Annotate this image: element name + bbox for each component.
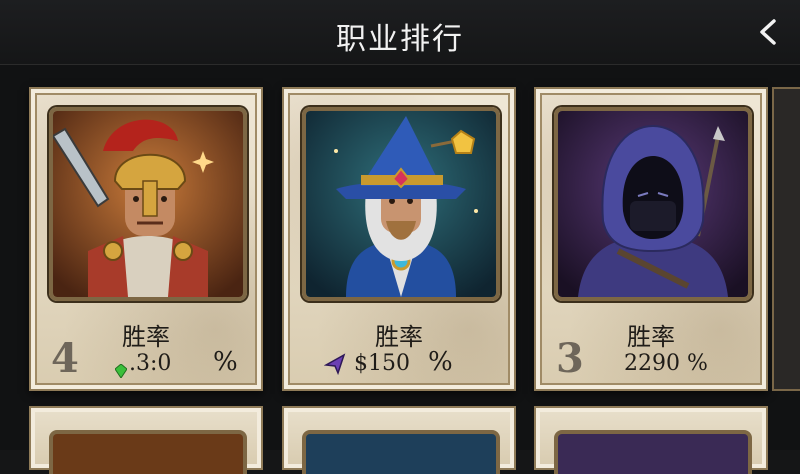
rank-number: 3 [556,335,584,382]
purple-crystal-icon [323,353,346,381]
percent-sign: % [213,347,238,377]
chevron-left-icon [760,19,776,45]
class-card-row2-1[interactable] [29,406,263,474]
class-card-warrior[interactable]: 胜率 4 .3:0 % [29,87,263,391]
percent-sign: % [428,347,453,377]
win-rate-value: .3:0 [129,351,172,376]
warrior-portrait [49,107,247,301]
class-card-row2-3[interactable] [534,406,768,474]
green-gem-icon [114,359,128,384]
win-rate-label: 胜率 [375,323,423,351]
page-title: 职业排行 [336,22,464,57]
class-card-partial[interactable] [772,87,800,391]
class-card-row2-2[interactable] [282,406,516,474]
wizard-portrait [302,107,500,301]
rank-number: 4 [51,335,79,382]
back-button[interactable] [750,14,786,50]
top-bar: 职业排行 [0,0,800,65]
win-rate-value: $150 [354,351,410,376]
win-rate-value: 2290 % [624,351,708,376]
class-card-wizard[interactable]: 胜率 $150 % [282,87,516,391]
class-card-rogue[interactable]: 胜率 3 2290 % [534,87,768,391]
rogue-portrait [554,107,752,301]
